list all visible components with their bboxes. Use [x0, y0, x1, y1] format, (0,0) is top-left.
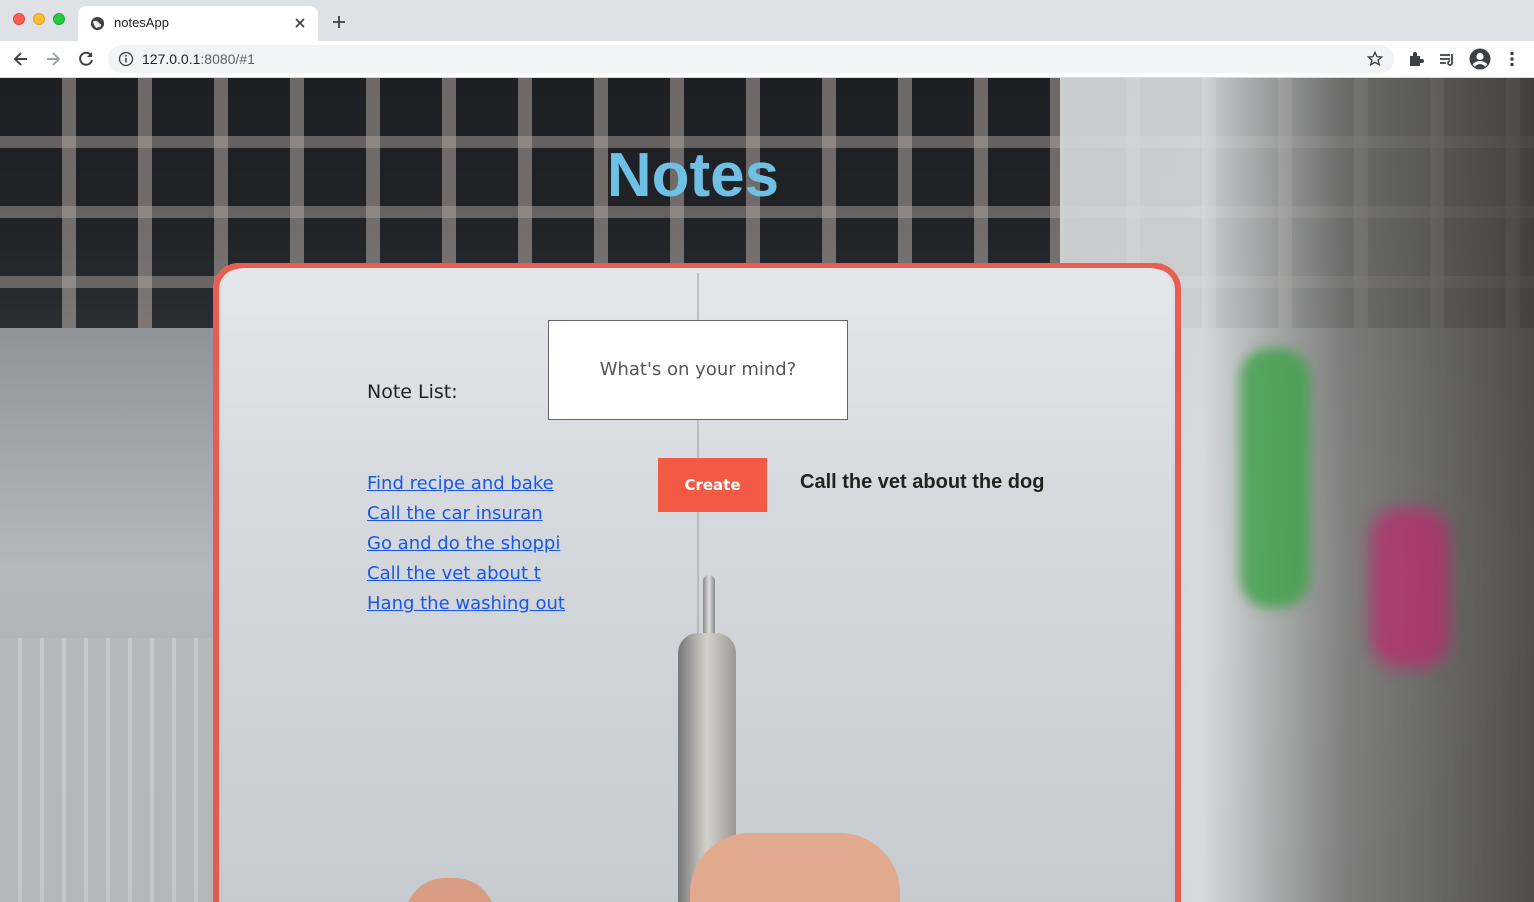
extensions-puzzle-icon[interactable]	[1406, 49, 1426, 69]
note-list-label: Note List:	[367, 381, 458, 403]
note-link[interactable]: Call the car insuran	[367, 499, 565, 529]
note-input[interactable]	[548, 320, 848, 420]
url-host: 127.0.0.1	[142, 51, 201, 67]
background-pink-pen	[1370, 508, 1450, 668]
globe-icon	[90, 16, 105, 31]
create-button[interactable]: Create	[658, 458, 767, 512]
selected-note-text: Call the vet about the dog	[800, 471, 1045, 493]
page-viewport: Notes Note List: Find recipe and bake Ca…	[0, 78, 1534, 902]
reload-icon[interactable]	[76, 49, 96, 69]
background-fabric	[0, 638, 230, 902]
tab-title: notesApp	[114, 15, 169, 30]
background-pen-tip	[703, 575, 715, 637]
note-link[interactable]: Find recipe and bake	[367, 469, 565, 499]
note-link[interactable]: Hang the washing out	[367, 589, 565, 619]
browser-tabstrip: notesApp	[0, 0, 1534, 41]
url-text: 127.0.0.1:8080/#1	[142, 51, 255, 67]
new-tab-plus-icon[interactable]	[330, 13, 348, 31]
media-queue-icon[interactable]	[1437, 49, 1457, 69]
profile-avatar-icon[interactable]	[1469, 48, 1491, 70]
tab-notesapp[interactable]: notesApp	[78, 6, 318, 41]
menu-kebab-icon[interactable]	[1502, 49, 1522, 69]
note-link[interactable]: Call the vet about t	[367, 559, 565, 589]
window-close-button[interactable]	[13, 13, 25, 25]
page-title: Notes	[606, 141, 780, 210]
background-hand	[690, 833, 900, 902]
note-list: Find recipe and bake Call the car insura…	[367, 469, 565, 619]
browser-toolbar: 127.0.0.1:8080/#1	[0, 41, 1534, 78]
forward-arrow-icon[interactable]	[43, 49, 63, 69]
window-zoom-button[interactable]	[53, 13, 65, 25]
note-link[interactable]: Go and do the shoppi	[367, 529, 565, 559]
bookmark-star-icon[interactable]	[1366, 50, 1384, 68]
address-bar[interactable]: 127.0.0.1:8080/#1	[108, 45, 1394, 73]
url-rest: :8080/#1	[200, 51, 255, 67]
close-icon[interactable]	[292, 15, 308, 31]
window-minimize-button[interactable]	[33, 13, 45, 25]
back-arrow-icon[interactable]	[11, 49, 31, 69]
info-icon[interactable]	[118, 51, 134, 67]
background-green-pen	[1240, 348, 1310, 608]
